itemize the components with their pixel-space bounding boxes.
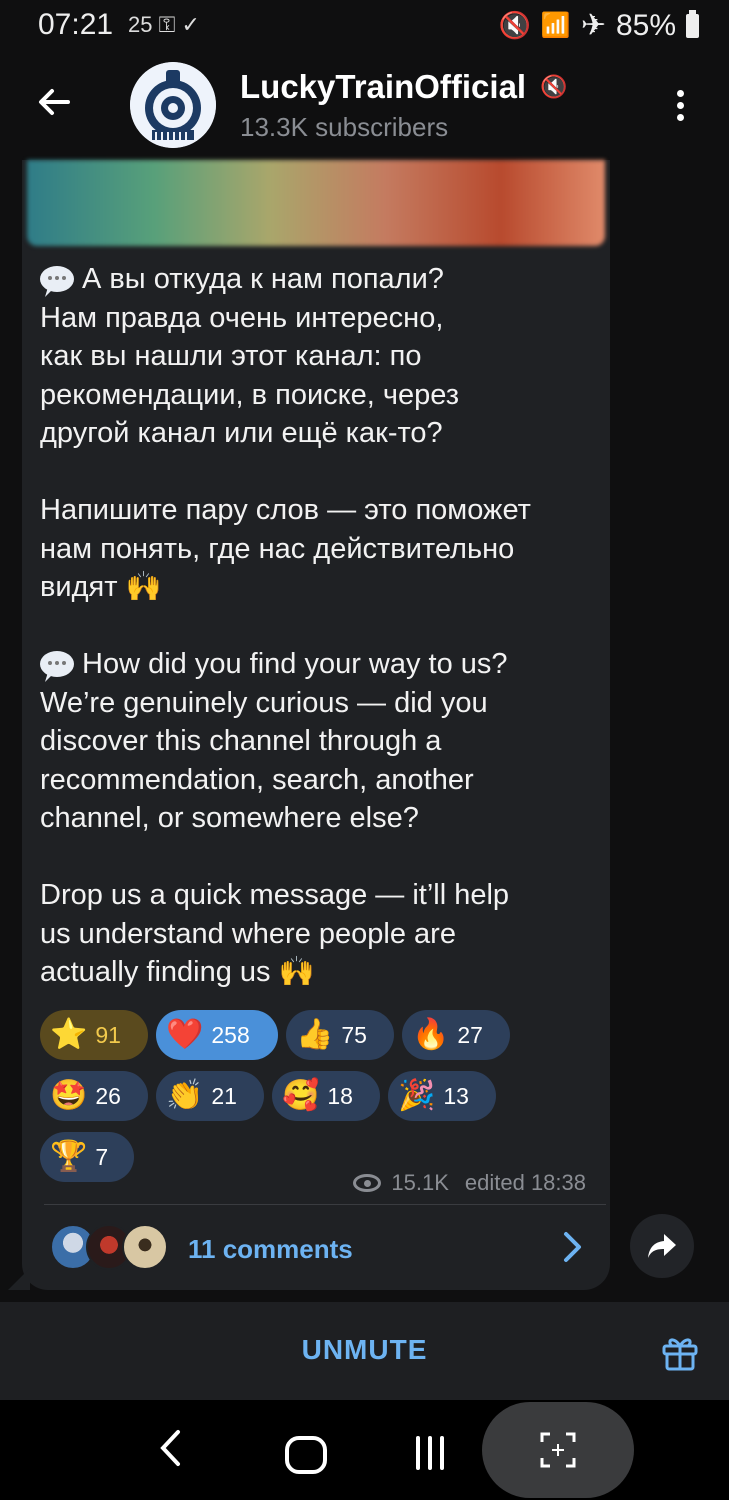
edited-time: edited 18:38 <box>464 1170 586 1195</box>
airplane-icon: ✈ <box>580 9 606 42</box>
message-bubble[interactable]: А вы откуда к нам попали? Нам правда оче… <box>22 160 610 1290</box>
star-struck-icon: 🤩 <box>50 1079 88 1112</box>
commenter-avatar <box>122 1224 168 1270</box>
reaction-star-struck[interactable]: 🤩 26 <box>40 1071 148 1121</box>
smiling-hearts-icon: 🥰 <box>282 1079 320 1112</box>
reaction-smiling-hearts[interactable]: 🥰 18 <box>272 1071 380 1121</box>
fire-icon: 🔥 <box>412 1018 450 1051</box>
reaction-count: 18 <box>327 1082 353 1109</box>
reaction-count: 26 <box>95 1082 121 1109</box>
status-notification-icons: 25 ⚿ ✓ <box>128 12 200 38</box>
unmute-button[interactable]: UNMUTE <box>0 1334 729 1366</box>
reaction-count: 7 <box>95 1143 109 1170</box>
reaction-count: 258 <box>211 1021 250 1048</box>
forward-arrow-icon <box>648 1234 676 1258</box>
message-meta: 15.1K edited 18:38 <box>353 1170 586 1196</box>
nav-back-icon[interactable] <box>158 1428 182 1479</box>
screenshot-scan-icon[interactable] <box>482 1402 634 1498</box>
muted-icon: 🔇 <box>540 74 568 99</box>
chevron-right-icon <box>562 1230 584 1273</box>
channel-name[interactable]: LuckyTrainOfficial <box>240 68 526 106</box>
subscriber-count: 13.3K subscribers <box>240 112 449 142</box>
view-count: 15.1K <box>391 1170 449 1195</box>
reaction-clap[interactable]: 👏 21 <box>156 1071 264 1121</box>
bottom-action-bar: UNMUTE <box>0 1302 729 1400</box>
wifi-icon: 📶 <box>540 12 571 39</box>
battery-text: 85% <box>615 8 676 42</box>
trophy-icon: 🏆 <box>50 1140 88 1173</box>
system-nav-bar <box>0 1400 729 1500</box>
message-text: А вы откуда к нам попали? Нам правда оче… <box>40 260 600 992</box>
reaction-count: 91 <box>95 1021 121 1048</box>
reaction-fire[interactable]: 🔥 27 <box>402 1010 510 1060</box>
thumbs-up-icon: 👍 <box>296 1018 334 1051</box>
key-icon: ⚿ <box>158 12 182 37</box>
comments-button[interactable]: 11 comments <box>22 1206 610 1290</box>
eye-icon <box>353 1174 382 1192</box>
clapping-hands-icon: 👏 <box>166 1079 204 1112</box>
channel-avatar[interactable] <box>130 62 216 148</box>
share-forward-button[interactable] <box>630 1214 694 1278</box>
mute-status-icon: 🔇 <box>498 10 531 40</box>
battery-icon <box>686 9 699 38</box>
chat-header: LuckyTrainOfficial 🔇 13.3K subscribers <box>0 50 729 160</box>
check-icon: ✓ <box>181 12 200 37</box>
message-ru-paragraph-1: А вы откуда к нам попали? Нам правда оче… <box>40 263 460 449</box>
reaction-star[interactable]: ⭐ 91 <box>40 1010 148 1060</box>
bubble-tail <box>8 1268 30 1290</box>
message-ru-paragraph-2: Напишите пару слов — это поможет нам пон… <box>40 494 531 603</box>
reaction-party[interactable]: 🎉 13 <box>388 1071 496 1121</box>
message-en-paragraph-2: Drop us a quick message — it’ll help us … <box>40 879 510 988</box>
more-options-icon[interactable] <box>664 86 696 130</box>
message-en-paragraph-1: How did you find your way to us? We’re g… <box>40 648 508 834</box>
reaction-thumbs-up[interactable]: 👍 75 <box>286 1010 394 1060</box>
reaction-count: 21 <box>211 1082 237 1109</box>
status-extra-text: 25 <box>128 12 153 37</box>
status-bar: 07:21 25 ⚿ ✓ 🔇 📶 ✈ 85% <box>0 0 729 50</box>
back-arrow-icon[interactable] <box>34 82 80 128</box>
nav-recents-icon[interactable] <box>414 1436 448 1470</box>
heart-icon: ❤️ <box>166 1018 204 1051</box>
reaction-heart[interactable]: ❤️ 258 <box>156 1010 278 1060</box>
comments-label: 11 comments <box>188 1234 353 1264</box>
reaction-count: 13 <box>443 1082 469 1109</box>
status-right: 🔇 📶 ✈ 85% <box>499 8 699 43</box>
reaction-trophy[interactable]: 🏆 7 <box>40 1132 134 1182</box>
speech-bubble-icon <box>40 651 74 677</box>
star-icon: ⭐ <box>50 1018 88 1051</box>
raised-hands-icon: 🙌 <box>125 571 162 603</box>
speech-bubble-icon <box>40 266 74 292</box>
gift-icon[interactable] <box>660 1332 700 1372</box>
raised-hands-icon: 🙌 <box>278 956 315 988</box>
status-time: 07:21 <box>38 8 114 41</box>
reaction-count: 75 <box>341 1021 367 1048</box>
divider <box>44 1204 606 1205</box>
nav-home-icon[interactable] <box>285 1436 327 1474</box>
reaction-count: 27 <box>457 1021 483 1048</box>
blurred-media-preview[interactable] <box>27 160 605 246</box>
party-popper-icon: 🎉 <box>398 1079 436 1112</box>
